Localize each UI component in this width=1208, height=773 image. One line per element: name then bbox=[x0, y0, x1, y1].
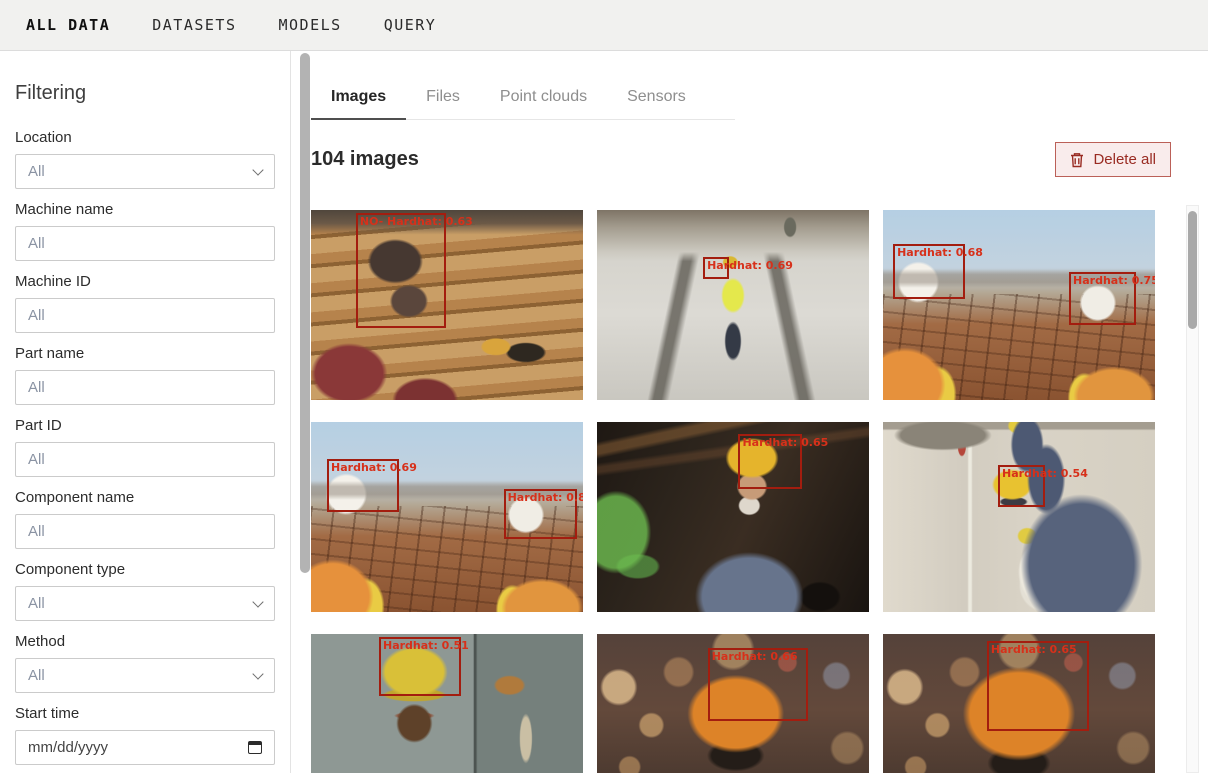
image-count-label: 104 images bbox=[311, 148, 419, 171]
detection-box: Hardhat: 0.65 bbox=[987, 641, 1089, 731]
filter-input-component-name[interactable] bbox=[15, 514, 275, 549]
filter-input-part-id[interactable] bbox=[15, 442, 275, 477]
selected-value: All bbox=[28, 163, 45, 180]
filter-field-part-name: Part name bbox=[15, 345, 274, 405]
tab-point-clouds[interactable]: Point clouds bbox=[480, 80, 607, 119]
heading-row: 104 images Delete all bbox=[311, 142, 1171, 177]
filter-input-part-name[interactable] bbox=[15, 370, 275, 405]
filter-label-machine-name: Machine name bbox=[15, 201, 274, 218]
filtering-title: Filtering bbox=[15, 82, 274, 105]
detection-box: Hardhat: 0.68 bbox=[893, 244, 965, 299]
tab-sensors[interactable]: Sensors bbox=[607, 80, 706, 119]
chevron-down-icon bbox=[252, 596, 263, 607]
detection-label: Hardhat: 0.69 bbox=[331, 461, 417, 474]
filter-label-component-type: Component type bbox=[15, 561, 274, 578]
page-layout: Filtering Location All Machine name Machine… bbox=[0, 51, 1208, 773]
image-thumbnail-1[interactable]: NO- Hardhat: 0.63 bbox=[311, 210, 583, 400]
tab-files[interactable]: Files bbox=[406, 80, 480, 119]
filter-select-location[interactable]: All bbox=[15, 154, 275, 189]
filter-select-method[interactable]: All bbox=[15, 658, 275, 693]
detection-box: Hardhat: 0.51 bbox=[379, 637, 461, 696]
detection-box: Hardhat: 0.75 bbox=[1069, 272, 1136, 325]
image-thumbnail-6[interactable]: Hardhat: 0.54 bbox=[883, 422, 1155, 612]
detection-box: Hardhat: 0.66 bbox=[708, 648, 809, 721]
nav-item-models[interactable]: MODELS bbox=[279, 16, 342, 34]
chevron-down-icon bbox=[252, 668, 263, 679]
filter-input-machine-name[interactable] bbox=[15, 226, 275, 261]
tab-images[interactable]: Images bbox=[311, 80, 406, 120]
image-thumbnail-3[interactable]: Hardhat: 0.68 Hardhat: 0.75 bbox=[883, 210, 1155, 400]
date-placeholder: mm/dd/yyyy bbox=[28, 739, 108, 756]
main-content: ImagesFilesPoint cloudsSensors 104 image… bbox=[291, 51, 1208, 773]
image-grid: NO- Hardhat: 0.63Hardhat: 0.69Hardhat: 0… bbox=[311, 210, 1208, 773]
filter-label-part-id: Part ID bbox=[15, 417, 274, 434]
calendar-icon bbox=[248, 741, 262, 754]
filter-label-method: Method bbox=[15, 633, 274, 650]
filter-field-machine-name: Machine name bbox=[15, 201, 274, 261]
detection-label: Hardhat: 0.65 bbox=[742, 436, 828, 449]
image-thumbnail-7[interactable]: Hardhat: 0.51 bbox=[311, 634, 583, 773]
main-scrollbar-thumb[interactable] bbox=[1188, 211, 1197, 329]
detection-label: Hardhat: 0.66 bbox=[712, 650, 798, 663]
detection-box: Hardhat: 0.69 bbox=[703, 257, 729, 280]
selected-value: All bbox=[28, 667, 45, 684]
detection-box: Hardhat: 0.81 bbox=[504, 489, 577, 539]
filter-fields: Location All Machine name Machine ID Part na… bbox=[15, 129, 274, 765]
detection-label: NO- Hardhat: 0.63 bbox=[360, 215, 473, 228]
filter-input-machine-id[interactable] bbox=[15, 298, 275, 333]
main-scrollbar-track[interactable] bbox=[1186, 205, 1199, 773]
filter-label-machine-id: Machine ID bbox=[15, 273, 274, 290]
detection-box: NO- Hardhat: 0.63 bbox=[356, 213, 446, 328]
image-thumbnail-9[interactable]: Hardhat: 0.65 bbox=[883, 634, 1155, 773]
detection-label: Hardhat: 0.75 bbox=[1073, 274, 1155, 287]
filter-field-component-type: Component type All bbox=[15, 561, 274, 621]
filter-date-start-time[interactable]: mm/dd/yyyy bbox=[15, 730, 275, 765]
nav-item-query[interactable]: QUERY bbox=[384, 16, 437, 34]
filter-field-location: Location All bbox=[15, 129, 274, 189]
detection-label: Hardhat: 0.68 bbox=[897, 246, 983, 259]
image-thumbnail-8[interactable]: Hardhat: 0.66 bbox=[597, 634, 869, 773]
detection-label: Hardhat: 0.54 bbox=[1002, 467, 1088, 480]
delete-all-label: Delete all bbox=[1093, 151, 1156, 168]
filter-field-component-name: Component name bbox=[15, 489, 274, 549]
detection-label: Hardhat: 0.81 bbox=[508, 491, 583, 504]
filter-sidebar: Filtering Location All Machine name Machine… bbox=[0, 51, 291, 773]
filter-select-component-type[interactable]: All bbox=[15, 586, 275, 621]
detection-label: Hardhat: 0.65 bbox=[991, 643, 1077, 656]
detection-box: Hardhat: 0.69 bbox=[327, 459, 399, 512]
detection-label: Hardhat: 0.69 bbox=[707, 259, 793, 272]
filter-label-component-name: Component name bbox=[15, 489, 274, 506]
image-thumbnail-4[interactable]: Hardhat: 0.69 Hardhat: 0.81 bbox=[311, 422, 583, 612]
selected-value: All bbox=[28, 595, 45, 612]
trash-icon bbox=[1070, 152, 1084, 168]
filter-label-location: Location bbox=[15, 129, 274, 146]
filter-field-start-time: Start time mm/dd/yyyy bbox=[15, 705, 274, 765]
filter-label-start-time: Start time bbox=[15, 705, 274, 722]
image-thumbnail-2[interactable]: Hardhat: 0.69 bbox=[597, 210, 869, 400]
delete-all-button[interactable]: Delete all bbox=[1055, 142, 1171, 177]
detection-label: Hardhat: 0.51 bbox=[383, 639, 469, 652]
chevron-down-icon bbox=[252, 164, 263, 175]
detection-box: Hardhat: 0.65 bbox=[738, 434, 802, 489]
filter-field-machine-id: Machine ID bbox=[15, 273, 274, 333]
filter-field-part-id: Part ID bbox=[15, 417, 274, 477]
filter-field-method: Method All bbox=[15, 633, 274, 693]
nav-item-datasets[interactable]: DATASETS bbox=[152, 16, 236, 34]
content-tabs: ImagesFilesPoint cloudsSensors bbox=[311, 80, 735, 120]
detection-box: Hardhat: 0.54 bbox=[998, 465, 1045, 507]
image-thumbnail-5[interactable]: Hardhat: 0.65 bbox=[597, 422, 869, 612]
nav-item-all-data[interactable]: ALL DATA bbox=[26, 16, 110, 34]
filter-label-part-name: Part name bbox=[15, 345, 274, 362]
top-nav: ALL DATA DATASETS MODELS QUERY bbox=[0, 0, 1208, 51]
